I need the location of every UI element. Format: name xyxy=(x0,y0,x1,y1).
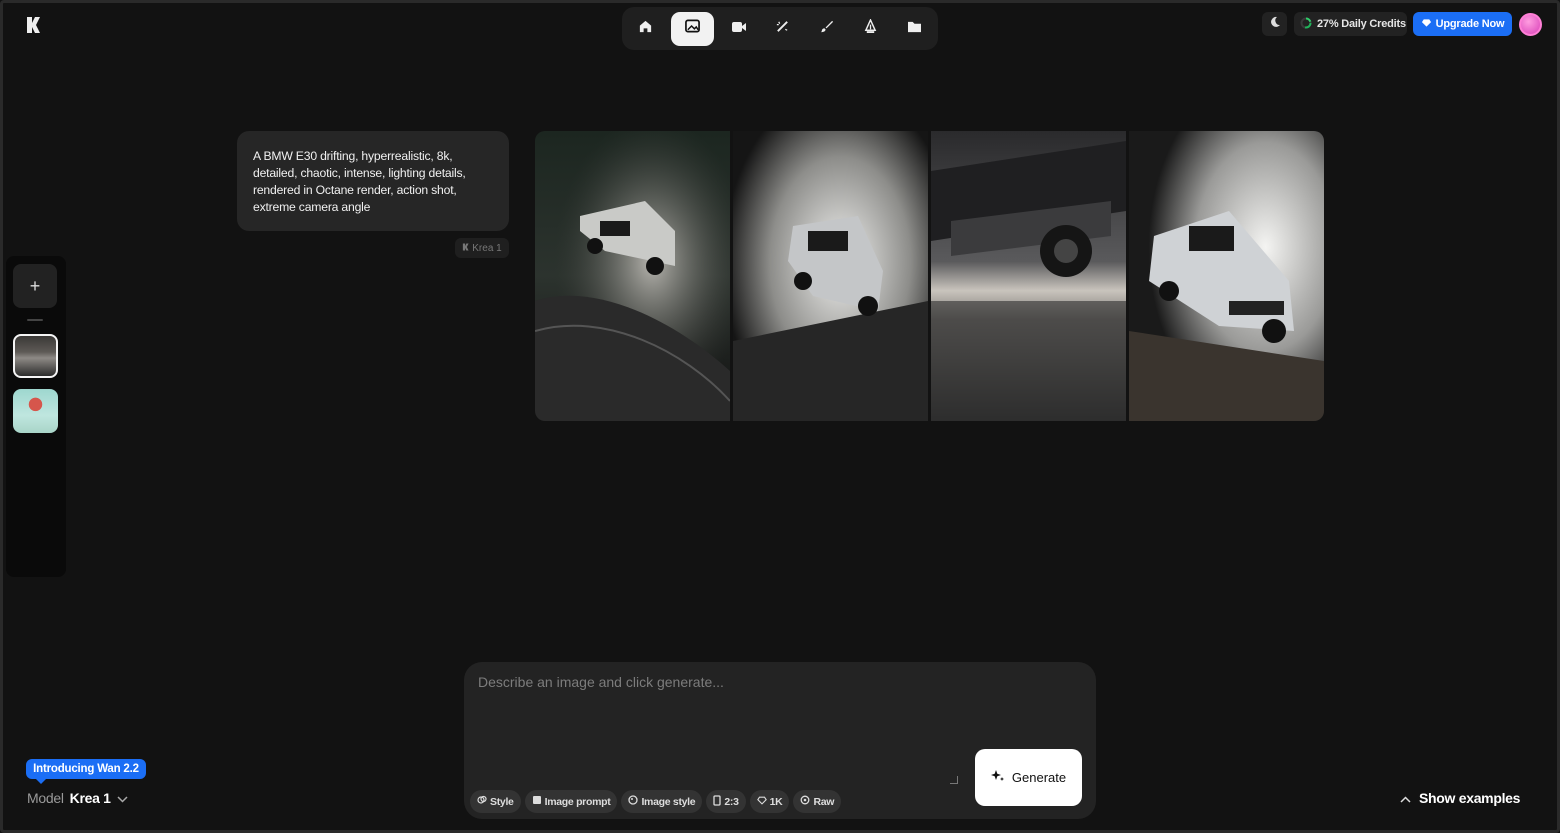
model-selector[interactable]: Model Krea 1 xyxy=(27,790,128,806)
history-thumbnail-bmw[interactable] xyxy=(13,334,58,378)
plus-icon: + xyxy=(29,275,41,296)
palette-icon xyxy=(628,795,639,808)
brush-icon xyxy=(819,19,834,39)
raw-icon xyxy=(800,795,810,808)
image-prompt-label: Image prompt xyxy=(544,795,611,808)
resize-handle[interactable] xyxy=(950,776,958,784)
history-thumbnail-swing[interactable] xyxy=(13,389,58,433)
folder-icon xyxy=(907,20,922,38)
image-icon xyxy=(685,19,700,38)
model-selector-value: Krea 1 xyxy=(69,790,111,806)
sparkle-icon xyxy=(990,769,1005,786)
gem-icon xyxy=(756,796,767,808)
raw-label: Raw xyxy=(813,795,835,808)
image-prompt-icon xyxy=(532,795,542,808)
moon-icon xyxy=(1269,15,1281,33)
generated-image-4[interactable] xyxy=(1129,131,1324,421)
video-button[interactable] xyxy=(720,12,758,46)
raw-chip[interactable]: Raw xyxy=(793,790,842,813)
video-icon xyxy=(731,20,747,38)
new-generation-button[interactable]: + xyxy=(13,264,57,308)
image-style-chip[interactable]: Image style xyxy=(621,790,703,813)
credits-indicator[interactable]: 27% Daily Credits xyxy=(1294,12,1407,36)
image-gallery xyxy=(535,131,1324,421)
announcement-badge[interactable]: Introducing Wan 2.2 xyxy=(26,759,146,784)
upgrade-button[interactable]: Upgrade Now xyxy=(1413,12,1512,36)
top-toolbar xyxy=(622,7,938,50)
wand-icon xyxy=(775,19,790,39)
prompt-input[interactable] xyxy=(478,674,958,786)
train-button[interactable] xyxy=(852,12,890,46)
edit-button[interactable] xyxy=(808,12,846,46)
krea-logo-icon[interactable] xyxy=(24,15,42,35)
gem-icon xyxy=(1421,18,1432,31)
aspect-ratio-icon xyxy=(713,794,721,809)
generate-button[interactable]: Generate xyxy=(975,749,1082,806)
theme-toggle-button[interactable] xyxy=(1262,12,1287,36)
resolution-label: 1K xyxy=(769,795,783,808)
generated-image-2[interactable] xyxy=(733,131,928,421)
enhance-button[interactable] xyxy=(764,12,802,46)
pen-tool-icon xyxy=(864,17,877,39)
composer-options: Style Image prompt Image style 2:3 1K Ra… xyxy=(470,790,842,813)
generated-image-1[interactable] xyxy=(535,131,730,421)
chevron-down-icon xyxy=(117,790,128,806)
prompt-bubble: A BMW E30 drifting, hyperrealistic, 8k, … xyxy=(237,131,509,231)
style-chip[interactable]: Style xyxy=(470,790,521,813)
generate-label: Generate xyxy=(1011,770,1067,785)
assets-button[interactable] xyxy=(895,12,933,46)
aspect-ratio-label: 2:3 xyxy=(724,795,739,808)
show-examples-label: Show examples xyxy=(1419,790,1521,806)
image-style-label: Image style xyxy=(641,795,696,808)
model-selector-label: Model xyxy=(27,790,64,806)
model-tag: Krea 1 xyxy=(455,238,509,258)
prompt-composer: Generate Style Image prompt Image style … xyxy=(464,662,1096,819)
style-label: Style xyxy=(490,795,514,808)
krea-logo-small-icon xyxy=(462,243,469,254)
home-icon xyxy=(638,19,653,39)
model-tag-label: Krea 1 xyxy=(472,242,502,254)
resolution-chip[interactable]: 1K xyxy=(749,790,790,813)
avatar[interactable] xyxy=(1519,13,1542,36)
home-button[interactable] xyxy=(627,12,665,46)
image-button[interactable] xyxy=(670,11,715,46)
style-icon xyxy=(477,795,487,808)
generated-image-3[interactable] xyxy=(931,131,1126,421)
upgrade-label: Upgrade Now xyxy=(1435,18,1505,30)
credits-label: 27% Daily Credits xyxy=(1317,18,1406,30)
image-prompt-chip[interactable]: Image prompt xyxy=(524,790,618,813)
history-sidebar: + xyxy=(6,256,66,577)
credits-ring-icon xyxy=(1300,17,1312,32)
aspect-ratio-chip[interactable]: 2:3 xyxy=(706,790,746,813)
chevron-up-icon xyxy=(1400,790,1411,806)
sidebar-divider xyxy=(27,319,43,321)
show-examples-button[interactable]: Show examples xyxy=(1400,790,1520,806)
